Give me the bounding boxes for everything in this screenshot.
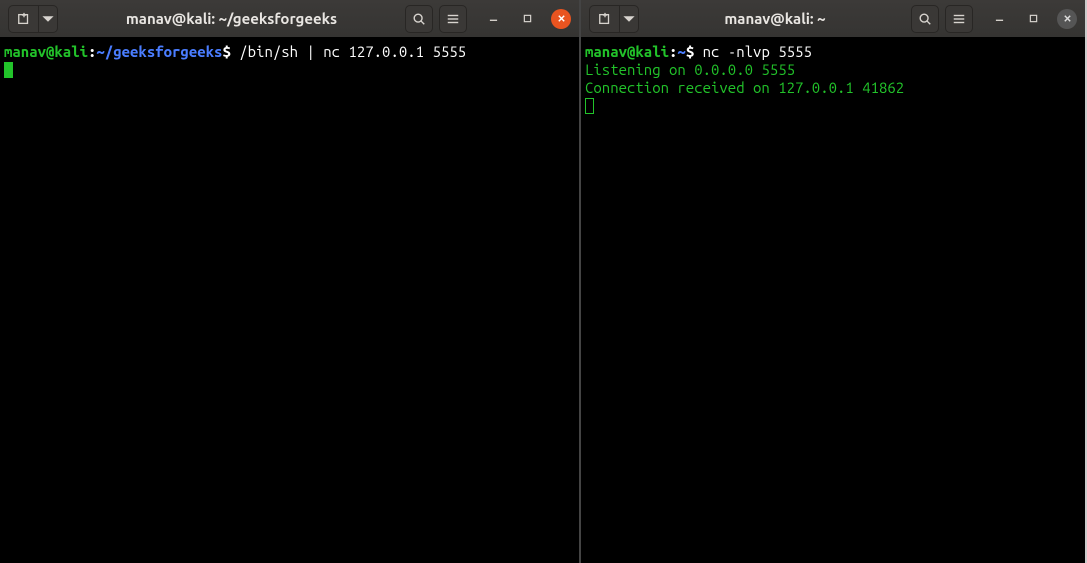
cursor xyxy=(585,98,594,114)
menu-button[interactable] xyxy=(439,5,467,33)
titlebar-right[interactable]: manav@kali: ~ xyxy=(581,0,1085,37)
terminal-window-left: manav@kali: ~/geeksforgeeks manav@kali:~… xyxy=(0,0,581,563)
terminal-body-left[interactable]: manav@kali:~/geeksforgeeks$ /bin/sh | nc… xyxy=(0,37,579,563)
menu-button[interactable] xyxy=(945,5,973,33)
new-tab-button[interactable] xyxy=(589,5,619,33)
terminal-window-right: manav@kali: ~ manav@kali:~$ nc -nlvp 555… xyxy=(581,0,1085,563)
chevron-down-icon xyxy=(41,12,55,26)
close-button[interactable] xyxy=(1057,9,1077,29)
output-line: Connection received on 127.0.0.1 41862 xyxy=(585,79,1081,97)
prompt-line: manav@kali:~$ nc -nlvp 5555 xyxy=(585,43,1081,61)
output-line: Listening on 0.0.0.0 5555 xyxy=(585,61,1081,79)
prompt-line: manav@kali:~/geeksforgeeks$ /bin/sh | nc… xyxy=(4,43,575,61)
prompt-symbol: $ xyxy=(222,43,230,60)
maximize-button[interactable] xyxy=(1023,9,1043,29)
minimize-button[interactable] xyxy=(483,9,503,29)
new-tab-icon xyxy=(17,12,31,26)
chevron-down-icon xyxy=(622,12,636,26)
prompt-user-host: manav@kali xyxy=(585,43,669,60)
hamburger-icon xyxy=(952,12,966,26)
window-controls xyxy=(483,9,571,29)
new-tab-dropdown[interactable] xyxy=(619,5,639,33)
cursor xyxy=(4,62,13,78)
window-title: manav@kali: ~/geeksforgeeks xyxy=(64,10,399,27)
maximize-button[interactable] xyxy=(517,9,537,29)
command-text: nc -nlvp 5555 xyxy=(703,43,812,60)
titlebar-left[interactable]: manav@kali: ~/geeksforgeeks xyxy=(0,0,579,37)
close-button[interactable] xyxy=(551,9,571,29)
new-tab-button[interactable] xyxy=(8,5,38,33)
close-icon xyxy=(1063,14,1072,23)
hamburger-icon xyxy=(446,12,460,26)
prompt-path: ~ xyxy=(677,43,685,60)
window-title: manav@kali: ~ xyxy=(645,10,905,27)
window-controls xyxy=(989,9,1077,29)
prompt-user-host: manav@kali xyxy=(4,43,88,60)
close-icon xyxy=(557,14,566,23)
search-button[interactable] xyxy=(911,5,939,33)
command-text: /bin/sh | nc 127.0.0.1 5555 xyxy=(239,43,466,60)
new-tab-dropdown[interactable] xyxy=(38,5,58,33)
prompt-symbol: $ xyxy=(686,43,694,60)
minimize-icon xyxy=(995,14,1004,23)
new-tab-group xyxy=(589,5,639,33)
search-icon xyxy=(412,12,426,26)
minimize-button[interactable] xyxy=(989,9,1009,29)
new-tab-icon xyxy=(598,12,612,26)
new-tab-group xyxy=(8,5,58,33)
prompt-path: ~/geeksforgeeks xyxy=(96,43,222,60)
maximize-icon xyxy=(523,14,532,23)
search-button[interactable] xyxy=(405,5,433,33)
search-icon xyxy=(918,12,932,26)
terminal-body-right[interactable]: manav@kali:~$ nc -nlvp 5555 Listening on… xyxy=(581,37,1085,563)
maximize-icon xyxy=(1029,14,1038,23)
minimize-icon xyxy=(489,14,498,23)
